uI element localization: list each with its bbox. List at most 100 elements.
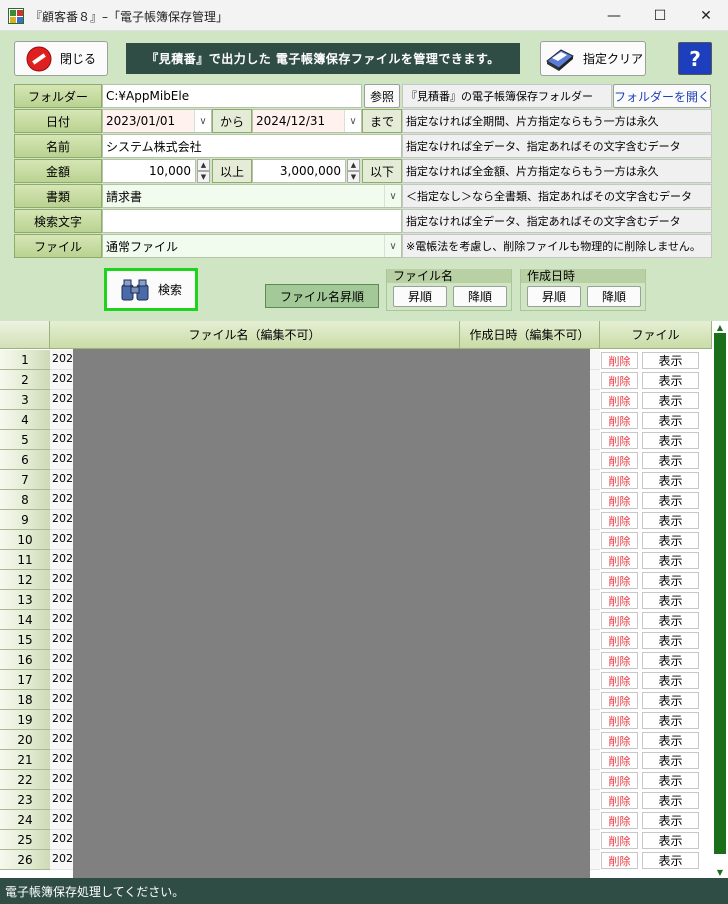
show-button[interactable]: 表示 <box>642 832 699 849</box>
chevron-down-icon[interactable]: ∨ <box>384 185 401 207</box>
delete-button[interactable]: 削除 <box>601 672 638 689</box>
spin-up-icon[interactable]: ▲ <box>347 159 360 171</box>
show-button[interactable]: 表示 <box>642 512 699 529</box>
spin-down-icon[interactable]: ▼ <box>197 171 210 183</box>
close-button[interactable]: 閉じる <box>14 41 108 76</box>
name-input[interactable]: システム株式会社 <box>102 134 402 158</box>
show-button[interactable]: 表示 <box>642 472 699 489</box>
delete-button[interactable]: 削除 <box>601 532 638 549</box>
delete-button[interactable]: 削除 <box>601 512 638 529</box>
maximize-button[interactable]: ☐ <box>638 0 682 31</box>
show-button[interactable]: 表示 <box>642 492 699 509</box>
show-button[interactable]: 表示 <box>642 672 699 689</box>
row-number: 25 <box>0 830 50 850</box>
delete-button[interactable]: 削除 <box>601 792 638 809</box>
delete-button[interactable]: 削除 <box>601 372 638 389</box>
show-button[interactable]: 表示 <box>642 772 699 789</box>
show-button[interactable]: 表示 <box>642 572 699 589</box>
clear-button[interactable]: 指定クリア <box>540 41 646 76</box>
delete-button[interactable]: 削除 <box>601 772 638 789</box>
show-button[interactable]: 表示 <box>642 432 699 449</box>
app-icon <box>8 8 24 24</box>
show-button[interactable]: 表示 <box>642 372 699 389</box>
show-button[interactable]: 表示 <box>642 812 699 829</box>
open-folder-button[interactable]: フォルダーを開く <box>613 84 711 108</box>
grid-scrollbar[interactable]: ▲ ▼ <box>712 321 728 878</box>
close-window-button[interactable]: ✕ <box>684 0 728 31</box>
show-button[interactable]: 表示 <box>642 712 699 729</box>
delete-button[interactable]: 削除 <box>601 812 638 829</box>
show-button[interactable]: 表示 <box>642 652 699 669</box>
show-button[interactable]: 表示 <box>642 752 699 769</box>
row-number: 20 <box>0 730 50 750</box>
delete-button[interactable]: 削除 <box>601 632 638 649</box>
doctype-select[interactable]: 請求書 ∨ <box>102 184 402 208</box>
scroll-down-icon[interactable]: ▼ <box>712 866 728 878</box>
delete-button[interactable]: 削除 <box>601 592 638 609</box>
show-button[interactable]: 表示 <box>642 852 699 869</box>
sort-date-asc-button[interactable]: 昇順 <box>527 286 581 307</box>
sort-state-indicator[interactable]: ファイル名昇順 <box>265 284 379 308</box>
sort-by-date-title: 作成日時 <box>521 269 645 283</box>
chevron-down-icon[interactable]: ∨ <box>194 110 211 132</box>
row-number: 16 <box>0 650 50 670</box>
date-from-sep: から <box>212 109 252 133</box>
sort-date-desc-button[interactable]: 降順 <box>587 286 641 307</box>
keyword-input[interactable] <box>102 209 402 233</box>
date-from-picker[interactable]: 2023/01/01 ∨ <box>102 109 212 133</box>
show-button[interactable]: 表示 <box>642 692 699 709</box>
help-button[interactable]: ? <box>678 42 712 75</box>
column-header-created[interactable]: 作成日時（編集不可） <box>460 321 600 349</box>
sort-name-asc-button[interactable]: 昇順 <box>393 286 447 307</box>
show-button[interactable]: 表示 <box>642 592 699 609</box>
delete-button[interactable]: 削除 <box>601 652 638 669</box>
amount-max-sep: 以下 <box>362 159 402 183</box>
delete-button[interactable]: 削除 <box>601 732 638 749</box>
chevron-down-icon[interactable]: ∨ <box>344 110 361 132</box>
redacted-area <box>73 349 590 878</box>
show-button[interactable]: 表示 <box>642 532 699 549</box>
amount-min-input[interactable]: 10,000 <box>102 159 196 183</box>
show-button[interactable]: 表示 <box>642 412 699 429</box>
show-button[interactable]: 表示 <box>642 452 699 469</box>
delete-button[interactable]: 削除 <box>601 712 638 729</box>
browse-button[interactable]: 参照 <box>364 84 400 108</box>
search-button[interactable]: 検索 <box>104 268 198 311</box>
delete-button[interactable]: 削除 <box>601 492 638 509</box>
delete-button[interactable]: 削除 <box>601 392 638 409</box>
delete-button[interactable]: 削除 <box>601 472 638 489</box>
delete-button[interactable]: 削除 <box>601 752 638 769</box>
spin-up-icon[interactable]: ▲ <box>197 159 210 171</box>
show-button[interactable]: 表示 <box>642 352 699 369</box>
delete-button[interactable]: 削除 <box>601 612 638 629</box>
date-to-picker[interactable]: 2024/12/31 ∨ <box>252 109 362 133</box>
scrollbar-thumb[interactable] <box>714 333 726 854</box>
row-number: 6 <box>0 450 50 470</box>
sort-name-desc-button[interactable]: 降順 <box>453 286 507 307</box>
delete-button[interactable]: 削除 <box>601 412 638 429</box>
delete-button[interactable]: 削除 <box>601 572 638 589</box>
delete-button[interactable]: 削除 <box>601 852 638 869</box>
scroll-up-icon[interactable]: ▲ <box>712 321 728 333</box>
delete-button[interactable]: 削除 <box>601 352 638 369</box>
show-button[interactable]: 表示 <box>642 632 699 649</box>
column-header-filename[interactable]: ファイル名（編集不可） <box>50 321 460 349</box>
show-button[interactable]: 表示 <box>642 392 699 409</box>
window-title: 『顧客番８』–「電子帳簿保存管理」 <box>30 10 229 24</box>
spin-down-icon[interactable]: ▼ <box>347 171 360 183</box>
delete-button[interactable]: 削除 <box>601 552 638 569</box>
show-button[interactable]: 表示 <box>642 732 699 749</box>
show-button[interactable]: 表示 <box>642 792 699 809</box>
delete-button[interactable]: 削除 <box>601 692 638 709</box>
delete-button[interactable]: 削除 <box>601 452 638 469</box>
amount-max-input[interactable]: 3,000,000 <box>252 159 346 183</box>
delete-button[interactable]: 削除 <box>601 832 638 849</box>
show-button[interactable]: 表示 <box>642 612 699 629</box>
file-select[interactable]: 通常ファイル ∨ <box>102 234 402 258</box>
chevron-down-icon[interactable]: ∨ <box>384 235 401 257</box>
column-header-file[interactable]: ファイル <box>600 321 712 349</box>
folder-input[interactable]: C:¥AppMibEle <box>102 84 362 108</box>
show-button[interactable]: 表示 <box>642 552 699 569</box>
delete-button[interactable]: 削除 <box>601 432 638 449</box>
minimize-button[interactable]: — <box>592 0 636 31</box>
